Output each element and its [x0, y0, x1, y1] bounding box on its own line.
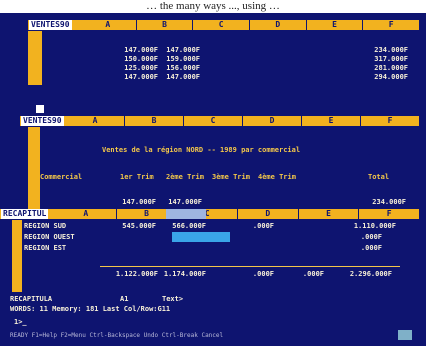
col-header-commercial: Commercial [40, 173, 83, 181]
column-header-f[interactable]: F [361, 116, 420, 126]
cell-b[interactable]: 150.000F [120, 55, 158, 63]
selected-column-header[interactable] [166, 209, 206, 219]
pane2-cell-f[interactable]: 234.000F [358, 198, 406, 206]
status-pane-name: RECAPITULA [10, 295, 53, 303]
column-header-d[interactable]: D [238, 209, 299, 219]
cell-b[interactable]: 545.000F [118, 222, 156, 230]
app-logo-icon [398, 330, 412, 340]
cell-b[interactable]: 147.000F [120, 73, 158, 81]
cell-c[interactable]: 156.000F [160, 64, 200, 72]
pane2-cell-b[interactable]: 147.000F [120, 198, 156, 206]
status-memory-line: WORDS: 11 Memory: 181 Last Col/Row:G11 [10, 305, 171, 313]
column-header-f[interactable]: F [363, 20, 420, 30]
status-text-prompt: Text> [162, 295, 184, 303]
col-header-q2: 2ème Trim [166, 173, 204, 181]
col-header-q1: 1er Trim [120, 173, 154, 181]
total-d[interactable]: .000F [248, 270, 274, 278]
column-header-d[interactable]: D [243, 116, 302, 126]
column-header-d[interactable]: D [250, 20, 307, 30]
cell-f[interactable]: .000F [356, 233, 382, 241]
cell-d[interactable]: .000F [248, 222, 274, 230]
region-label[interactable]: REGION EST [24, 244, 66, 252]
cell-f[interactable]: 234.000F [360, 46, 408, 54]
column-header-a[interactable]: A [56, 209, 117, 219]
cell-b[interactable]: 125.000F [120, 64, 158, 72]
total-c[interactable]: 1.174.000F [160, 270, 206, 278]
pane3-row-headers [12, 220, 22, 292]
pane1-name: VENTES90 [29, 20, 72, 30]
column-header-e[interactable]: E [307, 20, 364, 30]
total-b[interactable]: 1.122.000F [112, 270, 158, 278]
report-title: Ventes de la région NORD -- 1989 par com… [102, 146, 301, 154]
command-input[interactable]: 1>_ [14, 318, 27, 326]
cell-c[interactable]: 159.000F [160, 55, 200, 63]
cell-c[interactable]: 147.000F [160, 46, 200, 54]
cell-f[interactable]: 317.000F [360, 55, 408, 63]
column-header-b[interactable]: B [125, 116, 184, 126]
column-header-b[interactable]: B [137, 20, 194, 30]
status-cell-ref: A1 [120, 295, 129, 303]
totals-separator [100, 266, 400, 267]
total-e[interactable]: .000F [298, 270, 324, 278]
pane3-name: RECAPITUL [1, 209, 49, 219]
column-header-e[interactable]: E [302, 116, 361, 126]
column-header-a[interactable]: A [66, 116, 125, 126]
region-label[interactable]: REGION OUEST [24, 233, 75, 241]
region-label[interactable]: REGION SUD [24, 222, 66, 230]
column-header-e[interactable]: E [299, 209, 360, 219]
col-header-total: Total [368, 173, 390, 181]
column-header-c[interactable]: C [184, 116, 243, 126]
cell-f[interactable]: 1.110.000F [340, 222, 396, 230]
cell-c[interactable]: 566.000F [166, 222, 206, 230]
column-header-a[interactable]: A [80, 20, 137, 30]
pane1-row-marker [36, 105, 44, 113]
cell-f[interactable]: 281.000F [360, 64, 408, 72]
column-header-c[interactable]: C [193, 20, 250, 30]
function-key-bar[interactable]: READY F1=Help F2=Menu Ctrl-Backspace Und… [10, 332, 223, 340]
pane2-row-headers [28, 127, 40, 211]
cell-b[interactable]: 147.000F [120, 46, 158, 54]
cell-f[interactable]: 294.000F [360, 73, 408, 81]
cell-selection[interactable] [172, 232, 230, 242]
pane2-cell-c[interactable]: 147.000F [160, 198, 202, 206]
cell-f[interactable]: .000F [356, 244, 382, 252]
pane2-name: VENTES90 [21, 116, 64, 126]
pane1-row-headers [28, 31, 42, 85]
spreadsheet-screen: VENTES90 ABCDEF 147.000F 147.000F 234.00… [0, 13, 426, 346]
column-header-f[interactable]: F [359, 209, 420, 219]
col-header-q3: 3ème Trim [212, 173, 250, 181]
cell-c[interactable]: 147.000F [160, 73, 200, 81]
caption-text: … the many ways ..., using … [0, 0, 426, 13]
col-header-q4: 4ème Trim [258, 173, 296, 181]
total-f[interactable]: 2.296.000F [340, 270, 392, 278]
